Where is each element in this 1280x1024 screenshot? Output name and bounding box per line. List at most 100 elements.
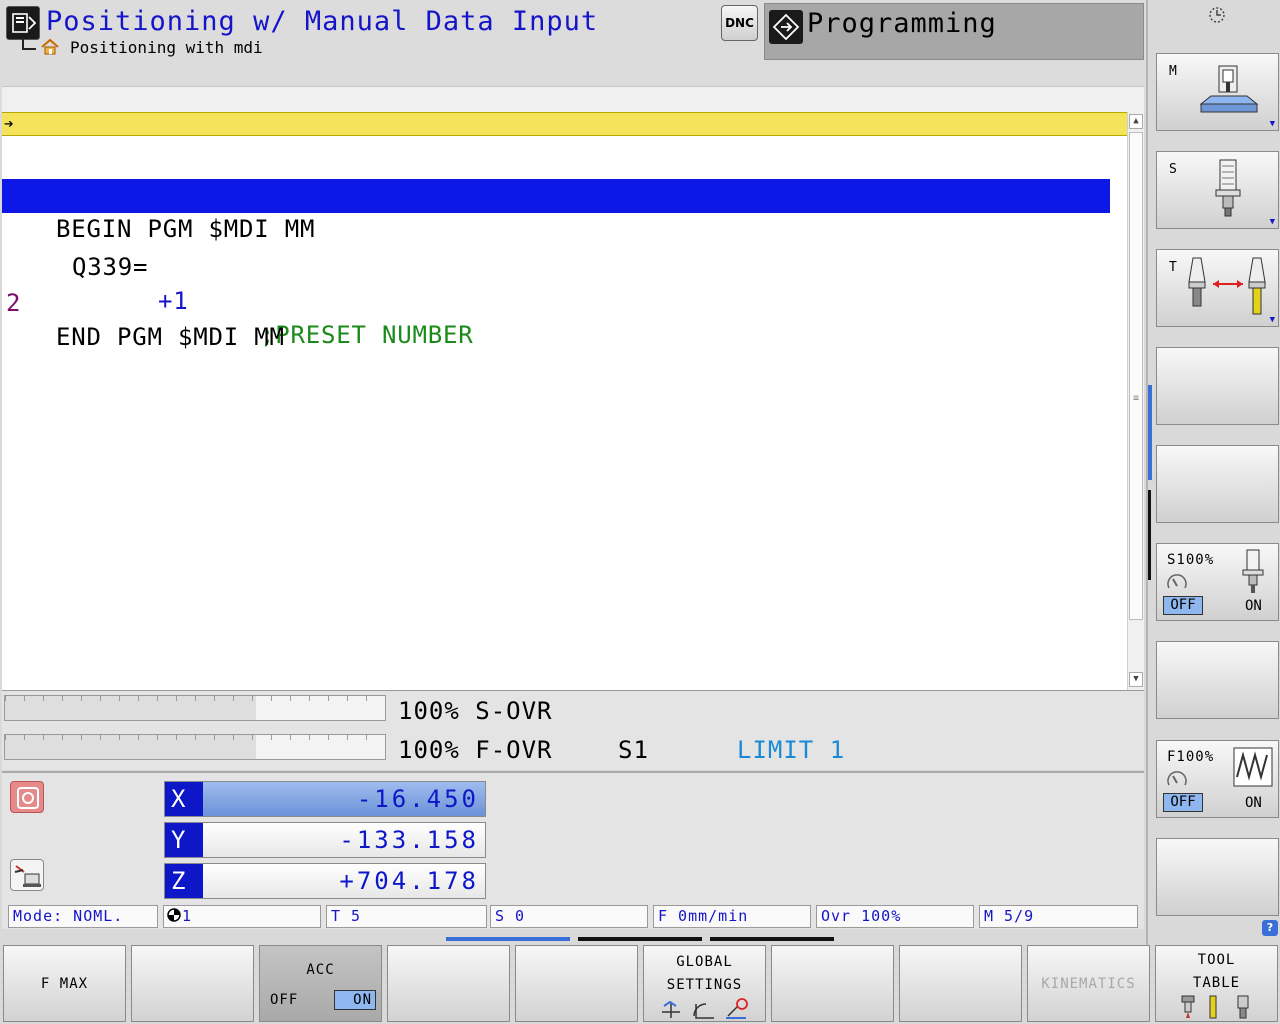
scroll-up-arrow-icon[interactable]: ▲ [1129, 114, 1143, 129]
tree-connector [22, 38, 36, 50]
spindle-icon [1215, 159, 1241, 217]
machine-mode-icon[interactable] [6, 6, 40, 40]
empty-softkey[interactable] [1156, 445, 1279, 523]
scrollbar-thumb[interactable]: ≡ [1129, 132, 1143, 620]
scroll-down-arrow-icon[interactable]: ▼ [1129, 672, 1143, 687]
programming-mode-tab[interactable]: Programming [764, 3, 1144, 60]
acc-on-toggle: ON [334, 990, 376, 1010]
softkey-row-1 [446, 937, 570, 941]
machine-icon [1199, 65, 1259, 113]
dial-icon [1167, 771, 1187, 786]
feed-override-label: F100% [1167, 749, 1215, 765]
tool-table-softkey[interactable]: TOOL TABLE [1155, 945, 1278, 1022]
feed-override-bar [4, 734, 386, 760]
spindle-softkey[interactable]: S ▼ [1156, 151, 1279, 229]
status-mode: Mode: NOML. [8, 905, 158, 928]
status-tool: T 5 Z [326, 905, 809, 928]
status-feed: F 0mm/min [653, 905, 811, 928]
grip-icon: ≡ [1133, 393, 1140, 404]
panel-scroll-indicator [1148, 385, 1152, 480]
reference-point-icon [10, 781, 44, 813]
home-icon [41, 38, 59, 55]
softkey-row-2 [578, 937, 702, 941]
softkey-letter: T [1169, 260, 1177, 275]
m-function-softkey[interactable]: M ▼ [1156, 53, 1279, 131]
empty-softkey[interactable] [387, 945, 510, 1022]
kinematics-softkey[interactable]: KINEMATICS [1027, 945, 1150, 1022]
spindle-override-text: 100% S-OVR [398, 697, 553, 725]
axis-label: Z [165, 864, 203, 898]
override-scale [5, 735, 385, 740]
global-settings-softkey[interactable]: GLOBAL SETTINGS [643, 945, 766, 1022]
softkey-label: SETTINGS [666, 977, 743, 993]
spindle-override-label: S100% [1167, 552, 1215, 568]
program-line-parameter[interactable]: Q339= +1 ;PRESET NUMBER [2, 216, 1110, 349]
axis-z-row: Z +704.178 [164, 863, 486, 899]
spindle-number: S1 [618, 736, 649, 764]
breadcrumb-label: Positioning with mdi [70, 38, 263, 57]
softkey-row-indicator [0, 935, 1146, 943]
softkey-label: KINEMATICS [1041, 976, 1136, 992]
clock-icon [1209, 7, 1225, 23]
spindle-override-softkey[interactable]: S100% OFF ON [1156, 543, 1279, 621]
axis-label: X [165, 782, 203, 816]
empty-softkey[interactable] [1156, 641, 1279, 719]
line-code: END PGM $MDI MM [56, 323, 285, 351]
program-line-selected[interactable]: 1 CYCL DEF 247 PRESETTING [2, 179, 1110, 278]
empty-softkey[interactable] [899, 945, 1022, 1022]
global-settings-icon [662, 998, 748, 1019]
status-override: Ovr 100% [816, 905, 974, 928]
datum-icon [167, 908, 181, 922]
arrow-right-icon: ➔ [4, 114, 14, 133]
header-divider [2, 86, 1144, 112]
softkey-label: TOOL [1197, 952, 1236, 968]
softkey-label: TABLE [1192, 975, 1241, 991]
dropdown-arrow-icon: ▼ [1269, 217, 1275, 227]
vertical-softkey-panel: M ▼ S ▼ T ▼ S100% OFF ON F100% OFF ON ? [1146, 0, 1280, 945]
override-on-label: ON [1245, 795, 1262, 811]
axis-value: +704.178 [339, 867, 479, 895]
program-line[interactable]: 2 END PGM $MDI MM [2, 252, 1110, 351]
cursor-bar: ➔ [2, 112, 1127, 136]
tool-change-icon [1188, 257, 1266, 315]
line-number: 2 [6, 289, 22, 317]
feed-wave-icon [1233, 747, 1273, 787]
acc-softkey[interactable]: ACC OFF ON [259, 945, 382, 1022]
override-on-label: ON [1245, 598, 1262, 614]
acc-off-label: OFF [270, 992, 299, 1008]
axis-y-row: Y -133.158 [164, 822, 486, 858]
axis-label: Y [165, 823, 203, 857]
override-off-toggle: OFF [1163, 793, 1203, 812]
parameter-value: +1 [158, 287, 189, 315]
parameter-comment: ;PRESET NUMBER [260, 321, 474, 349]
editor-scrollbar[interactable]: ▲ ≡ ▼ [1127, 112, 1144, 690]
axis-value: -133.158 [339, 826, 479, 854]
softkey-row-3 [710, 937, 834, 941]
axis-value: -16.450 [356, 785, 479, 813]
feed-override-softkey[interactable]: F100% OFF ON [1156, 740, 1279, 818]
fmax-softkey[interactable]: F MAX [3, 945, 126, 1022]
softkey-letter: S [1169, 162, 1177, 177]
program-line[interactable]: 0 BEGIN PGM $MDI MM [2, 144, 1110, 243]
tool-call-softkey[interactable]: T ▼ [1156, 249, 1279, 327]
program-editor[interactable]: ➔ 0 BEGIN PGM $MDI MM 1 CYCL DEF 247 PRE… [2, 112, 1144, 690]
workpiece-probe-icon [10, 859, 44, 891]
programming-mode-label: Programming [807, 8, 997, 39]
page-title: Positioning w/ Manual Data Input [46, 6, 599, 37]
empty-softkey[interactable] [771, 945, 894, 1022]
softkey-label: F MAX [40, 976, 89, 992]
position-display: X -16.450 Y -133.158 Z +704.178 [2, 771, 1144, 905]
override-scale [5, 696, 385, 701]
tool-table-icon [1181, 995, 1249, 1019]
empty-softkey[interactable] [1156, 347, 1279, 425]
empty-softkey[interactable] [1156, 838, 1279, 916]
softkey-label: GLOBAL [676, 954, 733, 970]
programming-icon [769, 10, 803, 44]
dnc-button[interactable]: DNC [721, 5, 758, 41]
dial-icon [1167, 574, 1187, 589]
empty-softkey[interactable] [131, 945, 254, 1022]
status-bar: Mode: NOML. 1 T 5 Z S 0 F 0mm/min Ovr 10… [2, 905, 1144, 929]
help-icon[interactable]: ? [1262, 920, 1278, 936]
dropdown-arrow-icon: ▼ [1269, 315, 1275, 325]
empty-softkey[interactable] [515, 945, 638, 1022]
